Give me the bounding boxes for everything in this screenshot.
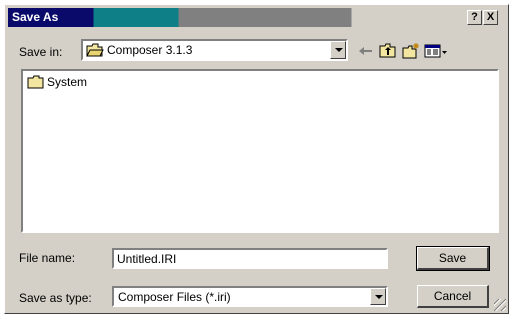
back-arrow-icon[interactable] [356, 42, 376, 60]
save-button[interactable]: Save [416, 246, 490, 271]
resize-grip[interactable] [494, 299, 506, 311]
save-as-type-value: Composer Files (*.iri) [118, 290, 231, 304]
save-in-value: Composer 3.1.3 [107, 43, 193, 57]
cancel-button[interactable]: Cancel [417, 285, 489, 308]
view-menu-icon[interactable] [423, 42, 449, 60]
file-name-field[interactable] [112, 248, 388, 269]
help-button[interactable]: ? [467, 10, 482, 25]
chevron-down-icon[interactable] [330, 41, 346, 59]
save-in-dropdown[interactable]: Composer 3.1.3 [81, 39, 348, 61]
file-list[interactable]: System [21, 69, 499, 233]
new-folder-icon[interactable] [401, 42, 421, 60]
close-button[interactable]: X [483, 10, 498, 25]
file-name-label: File name: [19, 251, 76, 265]
dialog-title: Save As [12, 10, 59, 24]
file-name-input[interactable] [114, 250, 386, 268]
up-folder-icon[interactable] [378, 42, 398, 60]
title-bar[interactable]: Save As ? X [8, 8, 505, 27]
save-as-dialog: Save As ? X Save in: Composer 3.1.3 Syst… [4, 4, 509, 314]
save-in-label: Save in: [19, 45, 63, 59]
chevron-down-icon[interactable] [370, 288, 386, 305]
open-folder-icon [86, 43, 104, 57]
save-as-type-dropdown[interactable]: Composer Files (*.iri) [112, 286, 388, 307]
folder-icon [27, 75, 44, 89]
list-item-label: System [47, 75, 88, 89]
save-as-type-label: Save as type: [19, 291, 92, 305]
